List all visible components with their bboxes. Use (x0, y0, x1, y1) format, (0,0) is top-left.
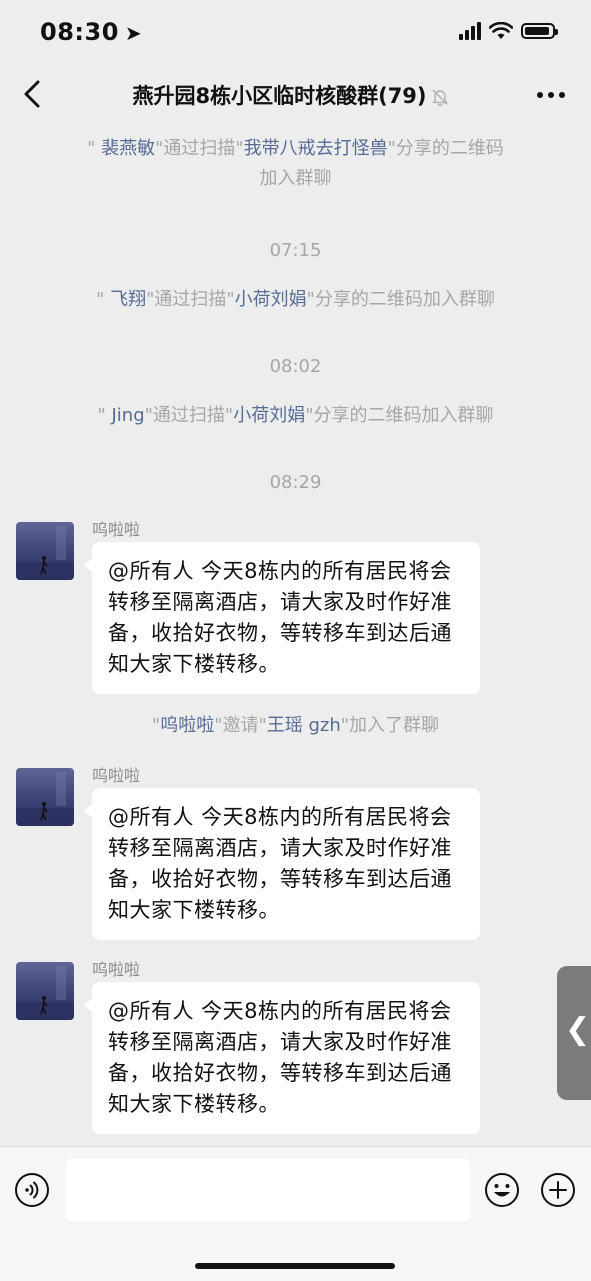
input-bar (0, 1146, 591, 1281)
message-input[interactable] (66, 1159, 470, 1221)
status-time: 08:30 ➤ (40, 18, 142, 46)
sys-text: 加入群聊 (259, 168, 332, 189)
system-message: " 裴燕敏"通过扫描"我带八戒去打怪兽"分享的二维码 加入群聊 (30, 134, 561, 194)
member-name-link[interactable]: 裴燕敏 (101, 138, 155, 159)
avatar[interactable] (16, 962, 74, 1020)
side-floating-handle[interactable]: ❮ (557, 966, 591, 1100)
sys-text: "加入了群聊 (340, 715, 440, 736)
sys-text: "通过扫描" (144, 405, 234, 426)
timestamp: 08:29 (269, 472, 322, 493)
system-message: " Jing"通过扫描"小荷刘娟"分享的二维码加入群聊 (30, 401, 561, 431)
chat-title: 燕升园8栋小区临时核酸群(79) (70, 80, 511, 110)
voice-icon (15, 1173, 49, 1207)
status-icons (459, 22, 558, 40)
sender-name: 呜啦啦 (92, 520, 141, 539)
system-message: "呜啦啦"邀请"王瑶 gzh"加入了群聊 (30, 711, 561, 741)
sys-quote: " (87, 138, 102, 159)
sys-quote: " (96, 289, 111, 310)
wifi-icon (489, 22, 513, 39)
emoji-icon (485, 1173, 519, 1207)
sys-text: "分享的二维码加入群聊 (305, 405, 494, 426)
member-name-link[interactable]: Jing (112, 405, 145, 426)
back-icon (24, 80, 40, 108)
mute-icon (432, 89, 448, 106)
status-time-text: 08:30 (40, 18, 119, 46)
member-name-link[interactable]: 小荷刘娟 (235, 289, 307, 310)
member-name-link[interactable]: 呜啦啦 (160, 715, 214, 736)
sys-text: "通过扫描" (155, 138, 244, 159)
member-name-link[interactable]: 王瑶 gzh (267, 715, 341, 736)
sender-name: 呜啦啦 (92, 960, 141, 979)
sender-name: 呜啦啦 (92, 766, 141, 785)
signal-icon (459, 22, 481, 40)
timestamp: 08:02 (269, 356, 322, 377)
avatar[interactable] (16, 522, 74, 580)
member-name-link[interactable]: 我带八戒去打怪兽 (244, 138, 388, 159)
emoji-button[interactable] (484, 1172, 520, 1208)
avatar-image (16, 966, 74, 1020)
voice-button[interactable] (14, 1172, 50, 1208)
plus-icon (541, 1173, 575, 1207)
message-bubble[interactable]: @所有人 今天8栋内的所有居民将会转移至隔离酒店，请大家及时作好准备，收拾好衣物… (84, 982, 480, 1134)
sys-text: "分享的二维码 (387, 138, 504, 159)
back-button[interactable] (14, 74, 54, 114)
member-name-link[interactable]: 飞翔 (110, 289, 146, 310)
chevron-left-icon: ❮ (565, 1012, 591, 1047)
home-indicator (195, 1263, 395, 1269)
battery-icon (521, 23, 558, 39)
more-icon (537, 92, 565, 98)
sys-text: "分享的二维码加入群聊 (306, 289, 495, 310)
chat-title-text: 燕升园8栋小区临时核酸群(79) (132, 84, 427, 108)
avatar-image (16, 772, 74, 826)
chat-area: " 裴燕敏"通过扫描"我带八戒去打怪兽"分享的二维码 加入群聊 07:15 " … (0, 124, 591, 1146)
avatar[interactable] (16, 768, 74, 826)
more-button[interactable] (533, 80, 569, 110)
sys-text: "邀请" (214, 715, 267, 736)
avatar-image (16, 526, 74, 580)
sys-quote: " (97, 405, 112, 426)
location-arrow-icon: ➤ (124, 21, 143, 45)
message-bubble[interactable]: @所有人 今天8栋内的所有居民将会转移至隔离酒店，请大家及时作好准备，收拾好衣物… (84, 542, 480, 694)
status-bar: 08:30 ➤ (0, 0, 591, 66)
message-bubble[interactable]: @所有人 今天8栋内的所有居民将会转移至隔离酒店，请大家及时作好准备，收拾好衣物… (84, 788, 480, 940)
sys-text: "通过扫描" (146, 289, 235, 310)
nav-bar: 燕升园8栋小区临时核酸群(79) (0, 66, 591, 124)
timestamp: 07:15 (269, 240, 322, 261)
system-message: " 飞翔"通过扫描"小荷刘娟"分享的二维码加入群聊 (30, 285, 561, 315)
sys-quote: " (151, 715, 161, 736)
member-name-link[interactable]: 小荷刘娟 (233, 405, 305, 426)
plus-button[interactable] (540, 1172, 576, 1208)
